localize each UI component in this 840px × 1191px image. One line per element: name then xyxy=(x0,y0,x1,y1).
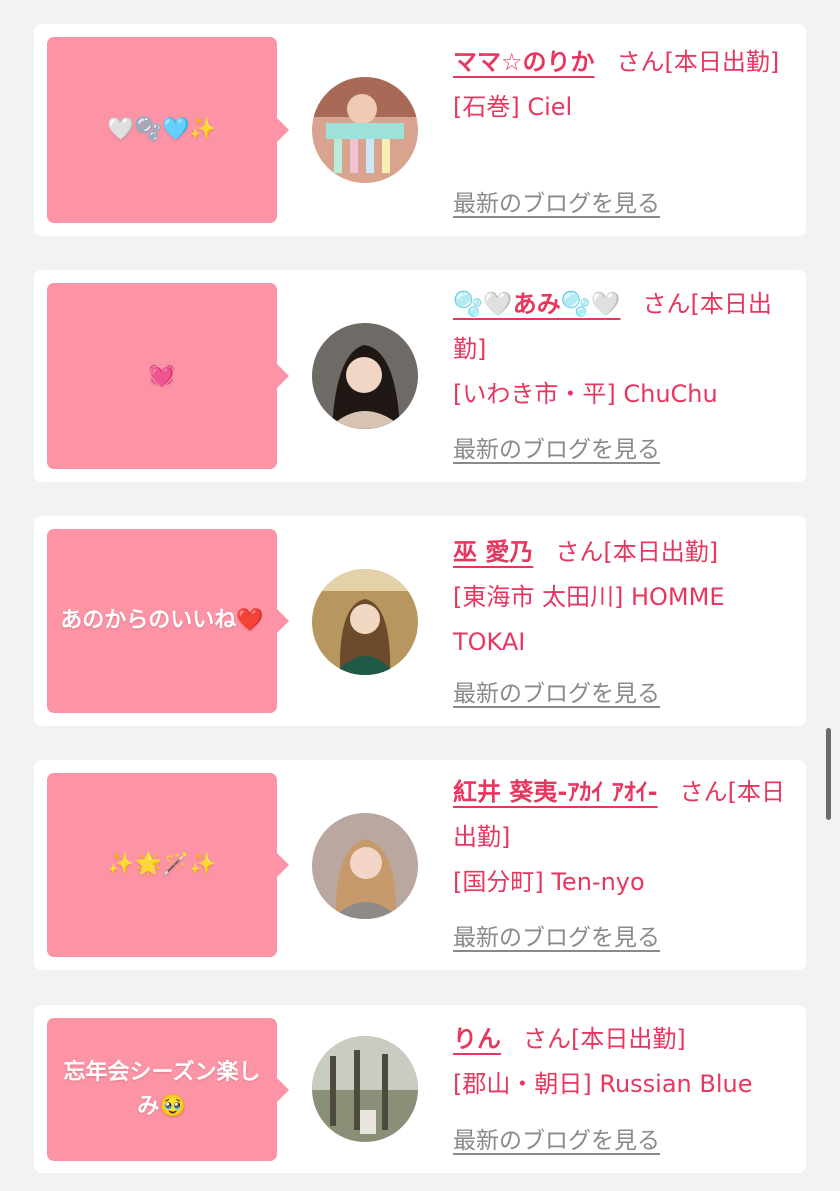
latest-blog-link[interactable]: 最新のブログを見る xyxy=(453,1121,660,1155)
avatar[interactable] xyxy=(312,77,418,183)
post-info: 紅井 葵夷-ｱｶｲ ｱｵｲ- さん[本日出勤] [国分町] Ten-nyo xyxy=(453,770,793,905)
avatar[interactable] xyxy=(312,1036,418,1142)
post-info: 🫧🤍あみ🫧🤍 さん[本日出勤] [いわき市・平] ChuChu xyxy=(453,282,793,417)
comment-text: 💓 xyxy=(148,363,176,388)
post-info: 巫 愛乃 さん[本日出勤] [東海市 太田川] HOMME TOKAI xyxy=(453,530,793,665)
shop-name[interactable]: [いわき市・平] ChuChu xyxy=(453,380,718,408)
cast-name-link[interactable]: 🫧🤍あみ🫧🤍 xyxy=(453,290,621,318)
comment-bubble: 🤍🫧🩵✨ xyxy=(47,37,289,223)
latest-blog-link[interactable]: 最新のブログを見る xyxy=(453,184,660,218)
shop-name[interactable]: [郡山・朝日] Russian Blue xyxy=(453,1070,753,1098)
avatar[interactable] xyxy=(312,813,418,919)
post-card: 忘年会シーズン楽しみ🥹 りん さん[本日出勤] [郡山・朝日] Russian B… xyxy=(34,1005,806,1173)
comment-text: あのからのいいね❤️ xyxy=(60,608,264,633)
avatar[interactable] xyxy=(312,569,418,675)
shop-name[interactable]: [東海市 太田川] HOMME TOKAI xyxy=(453,583,725,656)
shop-name[interactable]: [国分町] Ten-nyo xyxy=(453,868,645,896)
post-info: りん さん[本日出勤] [郡山・朝日] Russian Blue xyxy=(453,1017,793,1107)
post-info: ママ☆のりか さん[本日出勤] [石巻] Ciel xyxy=(453,40,793,130)
shop-name[interactable]: [石巻] Ciel xyxy=(453,93,572,121)
cast-name-link[interactable]: ママ☆のりか xyxy=(453,48,595,76)
cast-name-link[interactable]: 紅井 葵夷-ｱｶｲ ｱｵｲ- xyxy=(453,778,658,806)
work-status: さん[本日出勤] xyxy=(523,1025,686,1053)
cast-name-link[interactable]: りん xyxy=(453,1025,501,1053)
cast-name-link[interactable]: 巫 愛乃 xyxy=(453,538,533,566)
comment-bubble: 忘年会シーズン楽しみ🥹 xyxy=(47,1018,289,1161)
post-card: ✨🌟🪄✨ 紅井 葵夷-ｱｶｲ ｱｵｲ- さん[本日出勤] [国分町] Ten-ny… xyxy=(34,760,806,970)
post-card: 💓 🫧🤍あみ🫧🤍 さん[本日出勤] [いわき市・平] ChuChu 最新のブログを… xyxy=(34,270,806,482)
post-card: あのからのいいね❤️ 巫 愛乃 さん[本日出勤] [東海市 太田川] HOMME … xyxy=(34,516,806,726)
work-status: さん[本日出勤] xyxy=(616,48,780,76)
comment-text: 忘年会シーズン楽しみ🥹 xyxy=(63,1059,261,1119)
latest-blog-link[interactable]: 最新のブログを見る xyxy=(453,430,660,464)
comment-text: 🤍🫧🩵✨ xyxy=(107,117,217,142)
comment-bubble: あのからのいいね❤️ xyxy=(47,529,289,713)
latest-blog-link[interactable]: 最新のブログを見る xyxy=(453,674,660,708)
post-card: 🤍🫧🩵✨ ママ☆のりか さん[本日出勤] [石巻] Ciel 最新のブログを見る xyxy=(34,24,806,236)
latest-blog-link[interactable]: 最新のブログを見る xyxy=(453,918,660,952)
comment-bubble: ✨🌟🪄✨ xyxy=(47,773,289,957)
comment-bubble: 💓 xyxy=(47,283,289,469)
work-status: さん[本日出勤] xyxy=(555,538,719,566)
scrollbar[interactable] xyxy=(826,728,831,820)
avatar[interactable] xyxy=(312,323,418,429)
comment-text: ✨🌟🪄✨ xyxy=(107,852,217,877)
